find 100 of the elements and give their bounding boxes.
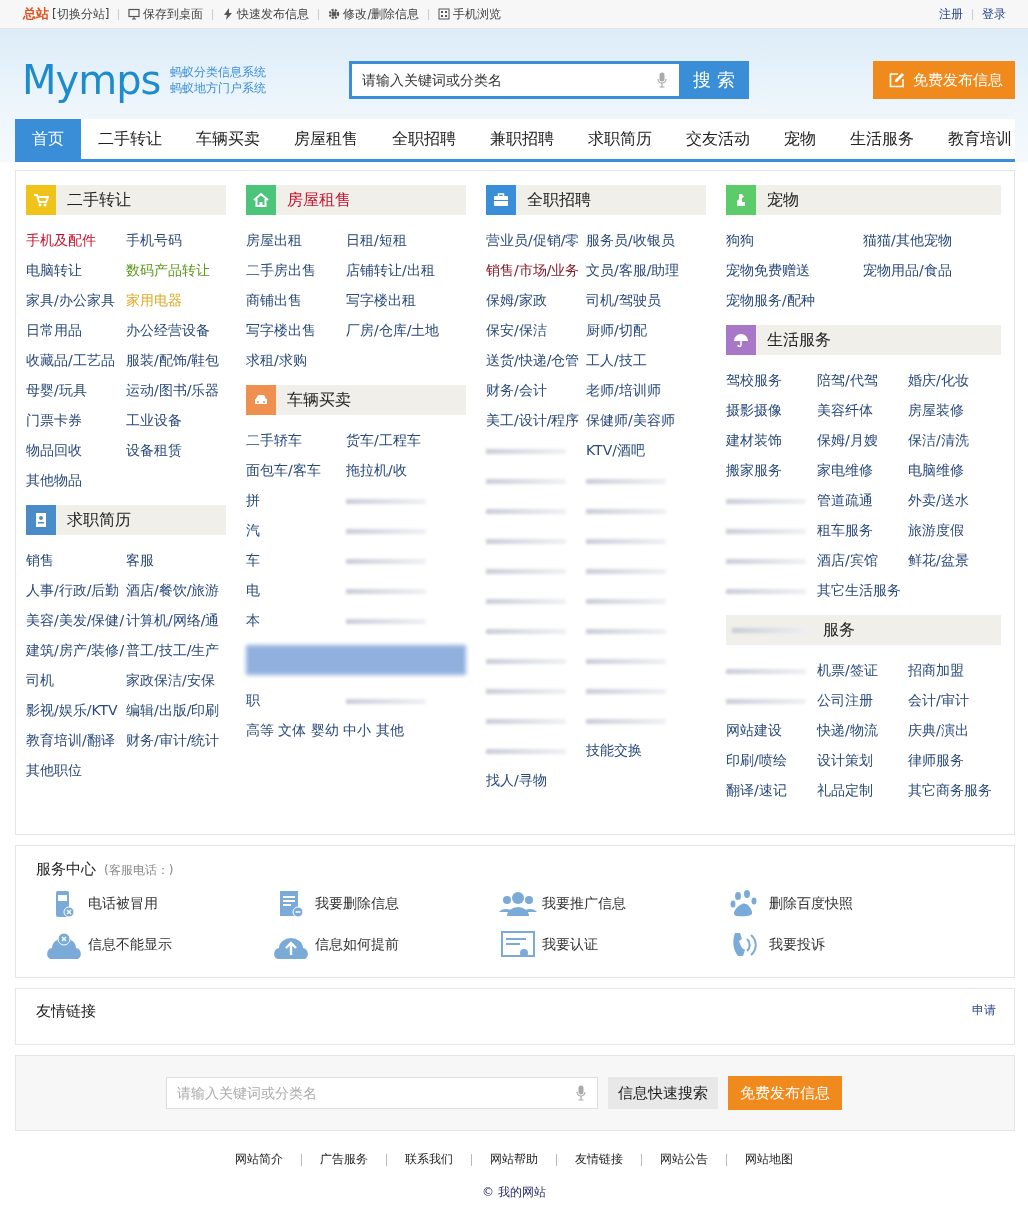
category-link[interactable]: 办公经营设备: [126, 315, 226, 345]
category-link[interactable]: 电: [246, 575, 346, 605]
footer-link[interactable]: 友情链接: [575, 1151, 623, 1168]
category-link[interactable]: 摄影摄像: [726, 395, 817, 425]
category-link[interactable]: 文员/客服/助理: [586, 255, 686, 285]
category-link[interactable]: 编辑/出版/印刷: [126, 695, 226, 725]
category-link[interactable]: 宠物用品/食品: [863, 255, 1000, 285]
category-link[interactable]: 机票/签证: [817, 655, 908, 685]
category-link[interactable]: 电脑转让: [26, 255, 126, 285]
footer-link[interactable]: 网站简介: [235, 1151, 283, 1168]
category-link[interactable]: 其他职位: [26, 755, 126, 785]
category-link[interactable]: 家具/办公家具: [26, 285, 126, 315]
category-link[interactable]: 求租/求购: [246, 345, 346, 375]
category-link[interactable]: 酒店/餐饮/旅游: [126, 575, 226, 605]
category-link[interactable]: 店铺转让/出租: [346, 255, 446, 285]
category-title[interactable]: 生活服务: [767, 329, 831, 351]
footer-link[interactable]: 广告服务: [320, 1151, 368, 1168]
account-link[interactable]: 注册: [939, 5, 963, 23]
nav-tab[interactable]: 车辆买卖: [179, 119, 277, 159]
nav-tab[interactable]: 兼职招聘: [473, 119, 571, 159]
category-link[interactable]: 司机: [26, 665, 126, 695]
category-link[interactable]: 宠物服务/配种: [726, 285, 863, 315]
category-link[interactable]: 设备租赁: [126, 435, 226, 465]
category-link[interactable]: 影视/娱乐/KTV: [26, 695, 126, 725]
nav-tab[interactable]: 求职简历: [571, 119, 669, 159]
category-link[interactable]: 手机号码: [126, 225, 226, 255]
category-link[interactable]: 销售: [26, 545, 126, 575]
category-link[interactable]: 服装/配饰/鞋包: [126, 345, 226, 375]
category-link[interactable]: 数码产品转让: [126, 255, 226, 285]
switch-site-link[interactable]: [切换分站]: [52, 5, 110, 23]
nav-tab[interactable]: 生活服务: [833, 119, 931, 159]
category-link[interactable]: 营业员/促销/零: [486, 225, 586, 255]
category-link[interactable]: 庆典/演出: [908, 715, 999, 745]
category-link[interactable]: 礼品定制: [817, 775, 908, 805]
microphone-icon[interactable]: [657, 72, 667, 88]
category-link[interactable]: 其它生活服务: [817, 575, 908, 605]
nav-tab[interactable]: 全职招聘: [375, 119, 473, 159]
category-link[interactable]: 家电维修: [817, 455, 908, 485]
category-link[interactable]: 其它商务服务: [908, 775, 999, 805]
category-link[interactable]: 收藏品/工艺品: [26, 345, 126, 375]
category-link[interactable]: 猫猫/其他宠物: [863, 225, 1000, 255]
category-link[interactable]: 写字楼出租: [346, 285, 446, 315]
search-field[interactable]: 请输入关键词或分类名: [349, 61, 679, 99]
category-link[interactable]: 车: [246, 545, 346, 575]
nav-tab[interactable]: 教育培训: [931, 119, 1028, 159]
apply-link[interactable]: 申请: [972, 1002, 996, 1019]
service-link[interactable]: 我要推广信息: [542, 894, 626, 913]
category-link[interactable]: 物品回收: [26, 435, 126, 465]
service-link[interactable]: 电话被冒用: [88, 894, 158, 913]
category-link[interactable]: 厂房/仓库/土地: [346, 315, 446, 345]
category-title[interactable]: 车辆买卖: [287, 389, 351, 411]
category-link[interactable]: 商铺出售: [246, 285, 346, 315]
category-link[interactable]: 网站建设: [726, 715, 817, 745]
category-link[interactable]: 日常用品: [26, 315, 126, 345]
category-link[interactable]: 保健师/美容师: [586, 405, 686, 435]
topbar-link[interactable]: 快速发布信息: [237, 5, 310, 23]
category-link[interactable]: 货车/工程车: [346, 425, 446, 455]
service-link[interactable]: 我要投诉: [769, 935, 825, 954]
category-title[interactable]: 二手转让: [67, 189, 131, 211]
category-link[interactable]: 其他物品: [26, 465, 126, 495]
category-link[interactable]: 服务员/收银员: [586, 225, 686, 255]
service-link[interactable]: 信息如何提前: [315, 935, 399, 954]
category-link[interactable]: 工人/技工: [586, 345, 686, 375]
category-link[interactable]: 电脑维修: [908, 455, 999, 485]
category-link[interactable]: 翻译/速记: [726, 775, 817, 805]
footer-link[interactable]: 网站帮助: [490, 1151, 538, 1168]
nav-tab[interactable]: 宠物: [767, 119, 833, 159]
category-link[interactable]: 保姆/月嫂: [817, 425, 908, 455]
category-link[interactable]: 驾校服务: [726, 365, 817, 395]
category-link[interactable]: 司机/驾驶员: [586, 285, 686, 315]
category-title[interactable]: 求职简历: [67, 509, 131, 531]
category-link[interactable]: 日租/短租: [346, 225, 446, 255]
category-link[interactable]: KTV/酒吧: [586, 435, 686, 465]
category-link[interactable]: 拖拉机/收: [346, 455, 446, 485]
nav-tab[interactable]: 交友活动: [669, 119, 767, 159]
category-link[interactable]: 写字楼出售: [246, 315, 346, 345]
category-link[interactable]: 高等 文体 婴幼 中小 其他: [246, 715, 466, 745]
category-link[interactable]: 找人/寻物: [486, 765, 586, 795]
category-link[interactable]: 宠物免费赠送: [726, 255, 863, 285]
category-link[interactable]: 面包车/客车: [246, 455, 346, 485]
category-link[interactable]: 计算机/网络/通: [126, 605, 226, 635]
category-link[interactable]: 旅游度假: [908, 515, 999, 545]
account-link[interactable]: 登录: [982, 5, 1006, 23]
service-link[interactable]: 我要删除信息: [315, 894, 399, 913]
service-link[interactable]: 我要认证: [542, 935, 598, 954]
category-link[interactable]: 管道疏通: [817, 485, 908, 515]
category-link[interactable]: 建筑/房产/装修/: [26, 635, 126, 665]
category-link[interactable]: 公司注册: [817, 685, 908, 715]
topbar-link[interactable]: 手机浏览: [453, 5, 502, 23]
footer-link[interactable]: 网站地图: [745, 1151, 793, 1168]
category-link[interactable]: 客服: [126, 545, 226, 575]
category-link[interactable]: 技能交换: [586, 735, 686, 765]
category-link[interactable]: 财务/会计: [486, 375, 586, 405]
microphone-icon[interactable]: [576, 1085, 586, 1101]
main-site-link[interactable]: 总站: [23, 5, 49, 23]
category-link[interactable]: 保姆/家政: [486, 285, 586, 315]
category-title[interactable]: 全职招聘: [527, 189, 591, 211]
quick-search-button[interactable]: 信息快速搜索: [608, 1077, 718, 1109]
category-link[interactable]: 二手轿车: [246, 425, 346, 455]
category-link[interactable]: 职: [246, 685, 346, 715]
